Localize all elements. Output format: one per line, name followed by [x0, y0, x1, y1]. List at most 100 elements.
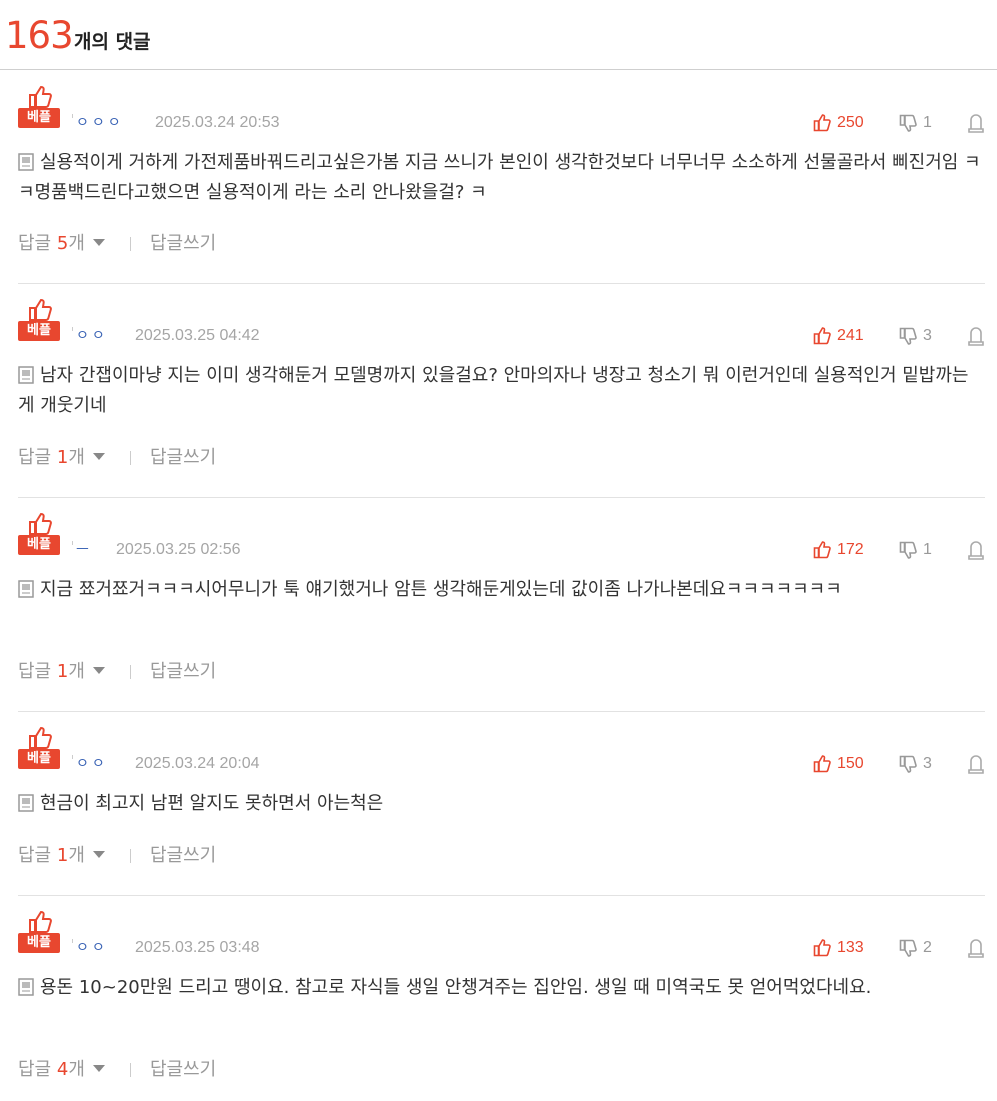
comment-date: 2025.03.25 04:42	[135, 327, 260, 344]
best-label: 베플	[18, 535, 60, 555]
write-reply-button[interactable]: 답글쓰기	[150, 660, 216, 684]
divider	[130, 237, 131, 251]
like-count: 150	[837, 755, 864, 772]
comment-date: 2025.03.25 03:48	[135, 939, 260, 956]
write-reply-button[interactable]: 답글쓰기	[150, 844, 216, 868]
comment-count-label: 개의 댓글	[74, 31, 151, 53]
reply-count: 1	[56, 845, 69, 866]
report-icon[interactable]	[967, 112, 985, 134]
thumbs-up-icon	[29, 513, 52, 535]
write-reply-button[interactable]: 답글쓰기	[150, 232, 216, 256]
divider	[130, 1063, 131, 1077]
comment-text: 지금 쬬거쬬거ㅋㅋㅋ시어무니가 툭 얘기했거나 암튼 생각해둔게있는데 값이좀 …	[40, 579, 842, 600]
report-icon[interactable]	[967, 753, 985, 775]
comment-author[interactable]: ㅡ	[76, 540, 92, 560]
dislike-count: 3	[923, 327, 932, 344]
comment-actions: 133 2	[813, 937, 985, 959]
best-label: 베플	[18, 933, 60, 953]
comment-text: 실용적이게 거하게 가전제품바꿔드리고싶은가봄 지금 쓰니가 본인이 생각한것보…	[18, 152, 981, 203]
best-label: 베플	[18, 749, 60, 769]
reply-unit: 개	[68, 233, 85, 254]
report-icon[interactable]	[967, 325, 985, 347]
document-icon	[18, 153, 34, 171]
divider	[130, 451, 131, 465]
caret-down-icon	[92, 239, 105, 246]
best-badge: 베플	[18, 911, 62, 957]
best-label: 베플	[18, 108, 60, 128]
comment-count: 163	[5, 14, 74, 57]
thumbs-down-icon	[899, 939, 917, 957]
thumbs-up-icon	[813, 939, 831, 957]
report-icon[interactable]	[967, 937, 985, 959]
divider	[130, 665, 131, 679]
comment-author[interactable]: ㅇㅇ	[76, 938, 108, 958]
thumbs-down-icon	[899, 541, 917, 559]
comment-author[interactable]: ㅇㅇ	[76, 326, 108, 346]
divider	[72, 114, 73, 118]
thumbs-up-icon	[813, 755, 831, 773]
reply-unit: 개	[68, 845, 85, 866]
like-count: 172	[837, 541, 864, 558]
divider	[72, 755, 73, 759]
caret-down-icon	[92, 1065, 105, 1072]
comment-item: 베플 ㅇㅇ 2025.03.25 04:42 241 3 남자 간잽이마냥 지는…	[18, 299, 985, 498]
comment-text: 용돈 10~20만원 드리고 땡이요. 참고로 자식들 생일 안챙겨주는 집안임…	[40, 977, 872, 998]
divider	[72, 327, 73, 331]
best-label: 베플	[18, 321, 60, 341]
comment-author[interactable]: ㅇㅇ	[76, 754, 108, 774]
comment-actions: 250 1	[813, 112, 985, 134]
comment-actions: 172 1	[813, 539, 985, 561]
reply-toggle[interactable]: 답글 1개	[18, 844, 105, 868]
reply-unit: 개	[68, 661, 85, 682]
best-badge: 베플	[18, 727, 62, 773]
document-icon	[18, 978, 34, 996]
caret-down-icon	[92, 667, 105, 674]
comments-header: 163 개의 댓글	[0, 0, 997, 70]
comment-item: 베플 ㅡ 2025.03.25 02:56 172 1 지금 쬬거쬬거ㅋㅋㅋ시어…	[18, 513, 985, 712]
divider	[72, 939, 73, 943]
comment-text: 남자 간잽이마냥 지는 이미 생각해둔거 모델명까지 있을걸요? 안마의자나 냉…	[18, 365, 969, 416]
comment-item: 베플 ㅇㅇ 2025.03.24 20:04 150 3 현금이 최고지 남편 …	[18, 727, 985, 896]
reply-label: 답글	[18, 661, 52, 682]
comment-body: 용돈 10~20만원 드리고 땡이요. 참고로 자식들 생일 안챙겨주는 집안임…	[18, 973, 985, 1003]
thumbs-up-icon	[29, 727, 52, 749]
thumbs-up-icon	[29, 86, 52, 108]
comment-body: 남자 간잽이마냥 지는 이미 생각해둔거 모델명까지 있을걸요? 안마의자나 냉…	[18, 361, 985, 421]
dislike-count: 1	[923, 541, 932, 558]
thumbs-up-icon	[813, 541, 831, 559]
dislike-count: 2	[923, 939, 932, 956]
reply-unit: 개	[68, 1059, 85, 1080]
caret-down-icon	[92, 851, 105, 858]
caret-down-icon	[92, 453, 105, 460]
write-reply-button[interactable]: 답글쓰기	[150, 446, 216, 470]
comment-date: 2025.03.25 02:56	[116, 541, 241, 558]
reply-toggle[interactable]: 답글 4개	[18, 1058, 105, 1082]
reply-toggle[interactable]: 답글 1개	[18, 660, 105, 684]
comment-body: 지금 쬬거쬬거ㅋㅋㅋ시어무니가 툭 얘기했거나 암튼 생각해둔게있는데 값이좀 …	[18, 575, 985, 605]
reply-count: 4	[56, 1059, 69, 1080]
reply-toggle[interactable]: 답글 1개	[18, 446, 105, 470]
thumbs-down-icon	[899, 755, 917, 773]
dislike-count: 1	[923, 114, 932, 131]
reply-label: 답글	[18, 1059, 52, 1080]
reply-unit: 개	[68, 447, 85, 468]
comment-actions: 150 3	[813, 753, 985, 775]
reply-toggle[interactable]: 답글 5개	[18, 232, 105, 256]
thumbs-up-icon	[813, 114, 831, 132]
reply-label: 답글	[18, 447, 52, 468]
comment-date: 2025.03.24 20:53	[155, 114, 280, 131]
thumbs-up-icon	[813, 327, 831, 345]
like-count: 250	[837, 114, 864, 131]
best-badge: 베플	[18, 86, 62, 132]
comment-body: 실용적이게 거하게 가전제품바꿔드리고싶은가봄 지금 쓰니가 본인이 생각한것보…	[18, 148, 985, 208]
comment-author[interactable]: ㅇㅇㅇ	[76, 113, 124, 133]
reply-count: 5	[56, 233, 69, 254]
thumbs-up-icon	[29, 299, 52, 321]
thumbs-down-icon	[899, 114, 917, 132]
comment-text: 현금이 최고지 남편 알지도 못하면서 아는척은	[40, 793, 384, 814]
write-reply-button[interactable]: 답글쓰기	[150, 1058, 216, 1082]
report-icon[interactable]	[967, 539, 985, 561]
comment-item: 베플 ㅇㅇ 2025.03.25 03:48 133 2 용돈 10~20만원 …	[18, 911, 985, 1101]
dislike-count: 3	[923, 755, 932, 772]
comment-body: 현금이 최고지 남편 알지도 못하면서 아는척은	[18, 789, 985, 819]
